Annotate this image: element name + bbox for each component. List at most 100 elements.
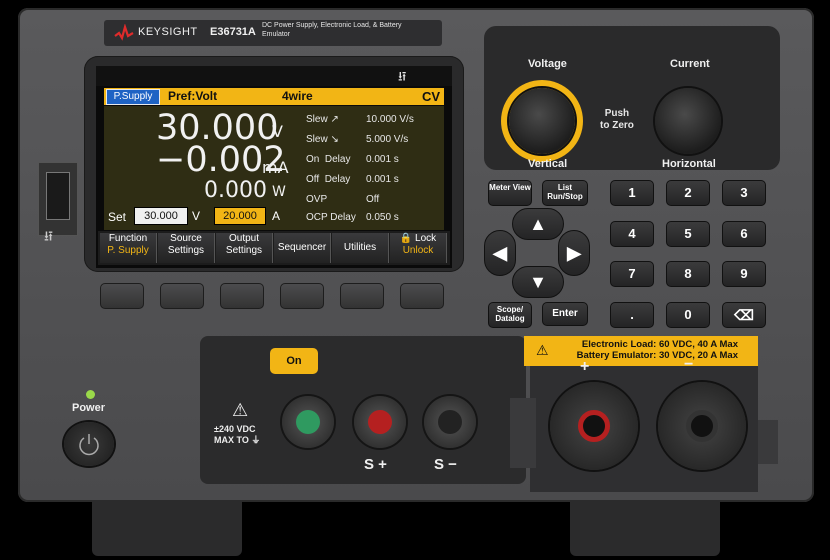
softkey-label: Sequencer bbox=[277, 242, 327, 253]
setting-label: Slew ↘ bbox=[306, 134, 339, 145]
minus-label: − bbox=[684, 356, 694, 373]
hard-softkey-6[interactable] bbox=[400, 283, 444, 309]
hard-softkey-3[interactable] bbox=[220, 283, 264, 309]
softkey-label: 🔒 Lock bbox=[399, 233, 437, 244]
softkey-sublabel: P. Supply bbox=[107, 245, 149, 256]
meter-view-button[interactable]: Meter View bbox=[488, 180, 532, 206]
arrow-left-button[interactable]: ◀ bbox=[484, 230, 516, 276]
voltage-knob[interactable] bbox=[509, 88, 575, 154]
arrow-right-button[interactable]: ▶ bbox=[558, 230, 590, 276]
softkey-label: Output bbox=[228, 233, 260, 244]
preference-indicator: Pref:Volt bbox=[168, 89, 218, 103]
key-9[interactable]: 9 bbox=[722, 261, 766, 287]
horizontal-label: Horizontal bbox=[662, 158, 716, 170]
set-voltage-field[interactable]: 30.000 bbox=[134, 207, 188, 225]
voltage-unit: V bbox=[272, 122, 283, 141]
power-unit: W bbox=[272, 184, 286, 200]
terminal-core bbox=[368, 410, 392, 434]
warning-icon: ⚠ bbox=[536, 342, 549, 358]
enter-button[interactable]: Enter bbox=[542, 302, 588, 326]
current-unit: mA bbox=[262, 158, 289, 177]
hard-softkey-5[interactable] bbox=[340, 283, 384, 309]
arrow-up-button[interactable]: ▲ bbox=[512, 208, 564, 240]
softkey-utilities[interactable]: Utilities bbox=[332, 233, 389, 263]
usb-port-icon: ⭿ bbox=[44, 228, 54, 244]
softkey-function[interactable]: Function P. Supply bbox=[100, 233, 157, 263]
sense-minus-label: S − bbox=[434, 456, 457, 473]
terminal-screw-block-left bbox=[510, 398, 536, 468]
softkey-output-settings[interactable]: Output Settings bbox=[216, 233, 273, 263]
softkey-source-settings[interactable]: Source Settings bbox=[158, 233, 215, 263]
backspace-icon: ⌫ bbox=[734, 307, 754, 323]
regulation-state: CV bbox=[422, 89, 441, 104]
power-reading: 0.000 bbox=[204, 178, 267, 203]
usb-icon: ⭿ bbox=[398, 69, 407, 84]
arrow-down-button[interactable]: ▼ bbox=[512, 266, 564, 298]
output-on-button[interactable]: On bbox=[270, 348, 318, 374]
setting-value: 0.001 s bbox=[366, 154, 399, 165]
scope-datalog-button[interactable]: Scope/ Datalog bbox=[488, 302, 532, 328]
softkey-sequencer[interactable]: Sequencer bbox=[274, 233, 331, 263]
key-8[interactable]: 8 bbox=[666, 261, 710, 287]
softkey-sublabel: Unlock bbox=[402, 245, 434, 256]
set-voltage-unit: V bbox=[192, 209, 201, 223]
sense-minus-terminal[interactable] bbox=[424, 396, 476, 448]
keysight-logo-icon bbox=[114, 24, 134, 41]
terminal-screw-block-right bbox=[758, 420, 778, 464]
mode-indicator: P.Supply bbox=[106, 89, 160, 105]
model-number: E36731A bbox=[210, 26, 256, 38]
key-0[interactable]: 0 bbox=[666, 302, 710, 328]
hard-softkey-4[interactable] bbox=[280, 283, 324, 309]
set-label: Set bbox=[108, 210, 127, 224]
current-knob-label: Current bbox=[670, 58, 710, 70]
current-knob[interactable] bbox=[655, 88, 721, 154]
push-to-zero-label: Push to Zero bbox=[600, 108, 634, 131]
power-icon bbox=[79, 434, 99, 456]
setting-label: OCP Delay bbox=[306, 212, 356, 223]
list-run-stop-button[interactable]: List Run/Stop bbox=[542, 180, 588, 206]
wiring-indicator: 4wire bbox=[282, 89, 313, 103]
key-3[interactable]: 3 bbox=[722, 180, 766, 206]
load-plus-terminal[interactable] bbox=[550, 382, 638, 470]
setting-value: Off bbox=[366, 194, 380, 205]
load-minus-terminal[interactable] bbox=[658, 382, 746, 470]
softkey-lock[interactable]: 🔒 Lock Unlock bbox=[390, 233, 447, 263]
key-5[interactable]: 5 bbox=[666, 221, 710, 247]
arrow-right-icon: ▶ bbox=[567, 243, 581, 263]
key-6[interactable]: 6 bbox=[722, 221, 766, 247]
softkey-label: Source bbox=[170, 233, 202, 244]
model-description: DC Power Supply, Electronic Load, & Batt… bbox=[262, 22, 402, 38]
vertical-label: Vertical bbox=[528, 158, 568, 170]
set-current-field[interactable]: 20.000 bbox=[214, 207, 266, 225]
chassis-ground-terminal[interactable] bbox=[282, 396, 334, 448]
key-1[interactable]: 1 bbox=[610, 180, 654, 206]
arrow-down-icon: ▼ bbox=[529, 272, 547, 292]
usb-slot bbox=[46, 172, 70, 220]
key-4[interactable]: 4 bbox=[610, 221, 654, 247]
setting-label: On Delay bbox=[306, 154, 351, 165]
key-2[interactable]: 2 bbox=[666, 180, 710, 206]
power-label: Power bbox=[72, 402, 106, 414]
right-foot bbox=[570, 500, 720, 556]
plus-label: + bbox=[580, 358, 590, 375]
hard-softkey-1[interactable] bbox=[100, 283, 144, 309]
voltage-warning-label: ±240 VDC MAX TO ⏚ bbox=[214, 424, 261, 445]
arrow-left-icon: ◀ bbox=[493, 243, 507, 263]
hard-softkey-2[interactable] bbox=[160, 283, 204, 309]
terminal-core bbox=[686, 410, 718, 442]
sense-plus-terminal[interactable] bbox=[354, 396, 406, 448]
terminal-core bbox=[296, 410, 320, 434]
softkey-label: Utilities bbox=[343, 242, 377, 253]
backspace-button[interactable]: ⌫ bbox=[722, 302, 766, 328]
key-7[interactable]: 7 bbox=[610, 261, 654, 287]
terminal-core bbox=[578, 410, 610, 442]
power-button[interactable] bbox=[64, 422, 114, 466]
setting-value: 0.050 s bbox=[366, 212, 399, 223]
left-foot bbox=[92, 500, 242, 556]
power-led bbox=[86, 390, 95, 399]
softkey-sublabel: Settings bbox=[167, 245, 205, 256]
brand-name: KEYSIGHT bbox=[138, 26, 198, 38]
terminal-core bbox=[438, 410, 462, 434]
key-decimal[interactable]: . bbox=[610, 302, 654, 328]
setting-label: OVP bbox=[306, 194, 328, 205]
